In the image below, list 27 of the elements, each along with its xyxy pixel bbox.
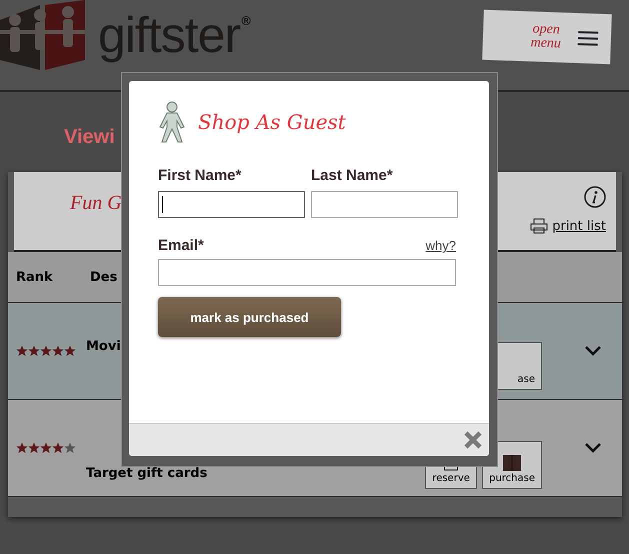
menu-icon[interactable] (576, 30, 600, 47)
dialog-title: Shop As Guest (198, 110, 346, 134)
field-label: First Name* (158, 167, 242, 184)
field-label: Email* (158, 237, 204, 254)
gift-description: Target gift cards (86, 466, 208, 480)
input-field[interactable] (158, 259, 456, 286)
chevron-down-icon[interactable] (585, 346, 601, 356)
print-list-link[interactable]: print list (552, 218, 606, 234)
column-header[interactable]: Rank (8, 270, 90, 284)
close-icon[interactable] (464, 431, 482, 449)
registered-mark: ® (240, 14, 252, 28)
info-icon[interactable] (584, 186, 606, 208)
chevron-down-icon[interactable] (585, 443, 601, 453)
gift-description: Movi (86, 338, 121, 354)
input-field[interactable] (158, 191, 305, 218)
field-label: Last Name* (311, 167, 394, 184)
gift-box-icon (503, 455, 522, 471)
open-menu-note[interactable]: open menu (482, 10, 612, 64)
input-field[interactable] (311, 191, 458, 218)
column-header[interactable]: Des (90, 270, 118, 284)
list-title: Fun G (70, 192, 122, 216)
why-link[interactable]: why? (426, 238, 456, 253)
mark-as-purchased-button[interactable]: mark as purchased (158, 297, 341, 337)
page-title: Viewi (64, 126, 116, 150)
person-icon (158, 101, 186, 143)
open-menu-label[interactable]: open menu (524, 22, 568, 52)
printer-icon[interactable] (530, 218, 548, 234)
